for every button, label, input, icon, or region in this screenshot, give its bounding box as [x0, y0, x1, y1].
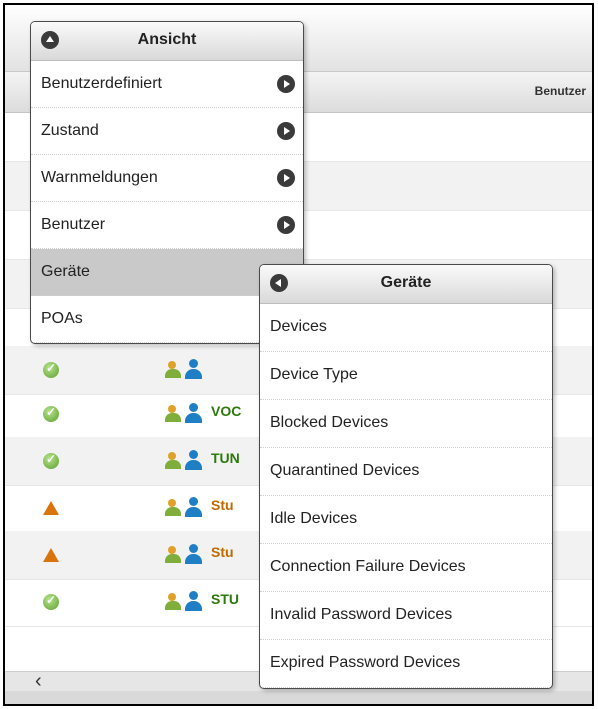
status-ok-icon: [43, 405, 59, 422]
user-name: Stu: [211, 544, 234, 560]
menu-item-label: Expired Password Devices: [270, 654, 461, 671]
view-menu-title: Ansicht: [137, 31, 197, 48]
devices-submenu-header[interactable]: Geräte: [260, 265, 552, 304]
users-icon: [165, 544, 205, 566]
menu-item-blocked-devices[interactable]: Blocked Devices: [260, 400, 552, 448]
menu-item-device-type[interactable]: Device Type: [260, 352, 552, 400]
menu-item-label: Benutzerdefiniert: [41, 75, 162, 92]
menu-item-label: Geräte: [41, 263, 90, 280]
menu-item-expired-password-devices[interactable]: Expired Password Devices: [260, 640, 552, 688]
users-icon: [165, 359, 205, 381]
user-name: Stu: [211, 497, 234, 513]
submenu-arrow-icon[interactable]: [277, 169, 295, 187]
menu-item-label: Benutzer: [41, 216, 106, 233]
menu-item-invalid-password-devices[interactable]: Invalid Password Devices: [260, 592, 552, 640]
menu-item-label: Devices: [270, 318, 327, 335]
menu-item-quarantined-devices[interactable]: Quarantined Devices: [260, 448, 552, 496]
menu-item-label: Blocked Devices: [270, 414, 389, 431]
menu-item-benutzerdefiniert[interactable]: Benutzerdefiniert: [31, 61, 303, 108]
submenu-arrow-icon[interactable]: [277, 122, 295, 140]
user-name: VOC: [211, 403, 242, 419]
menu-item-benutzer[interactable]: Benutzer: [31, 202, 303, 249]
menu-item-label: Device Type: [270, 366, 358, 383]
status-bar: [5, 691, 592, 704]
submenu-arrow-icon[interactable]: [277, 216, 295, 234]
menu-item-label: Zustand: [41, 122, 99, 139]
menu-item-connection-failure-devices[interactable]: Connection Failure Devices: [260, 544, 552, 592]
status-ok-icon: [43, 593, 59, 610]
menu-item-label: Idle Devices: [270, 510, 358, 527]
devices-submenu: Geräte Devices Device Type Blocked Devic…: [259, 264, 553, 689]
scroll-left-icon[interactable]: ‹: [35, 670, 42, 693]
menu-item-devices[interactable]: Devices: [260, 304, 552, 352]
users-icon: [165, 450, 205, 472]
menu-item-label: Quarantined Devices: [270, 462, 420, 479]
status-ok-icon: [43, 361, 59, 378]
submenu-arrow-icon[interactable]: [277, 75, 295, 93]
users-icon: [165, 497, 205, 519]
menu-item-label: Warnmeldungen: [41, 169, 158, 186]
menu-item-zustand[interactable]: Zustand: [31, 108, 303, 155]
warning-icon: [43, 501, 59, 515]
menu-item-warnmeldungen[interactable]: Warnmeldungen: [31, 155, 303, 202]
view-menu-header[interactable]: Ansicht: [31, 22, 303, 61]
menu-item-label: POAs: [41, 310, 83, 327]
devices-submenu-title: Geräte: [380, 274, 432, 291]
menu-item-idle-devices[interactable]: Idle Devices: [260, 496, 552, 544]
user-name: STU: [211, 591, 239, 607]
column-header-user[interactable]: Benutzer: [535, 84, 586, 98]
warning-icon: [43, 548, 59, 562]
user-name: TUN: [211, 450, 240, 466]
users-icon: [165, 403, 205, 425]
status-ok-icon: [43, 452, 59, 469]
users-icon: [165, 591, 205, 613]
menu-item-label: Invalid Password Devices: [270, 606, 453, 623]
menu-item-label: Connection Failure Devices: [270, 558, 466, 575]
